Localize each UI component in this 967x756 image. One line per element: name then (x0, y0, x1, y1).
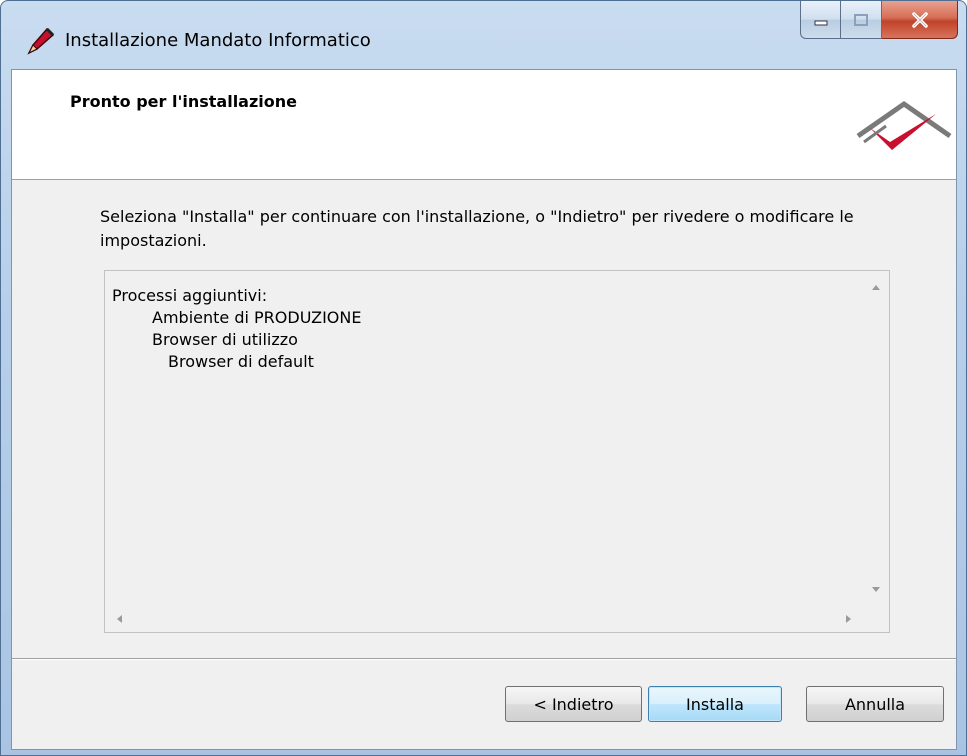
minimize-icon (814, 20, 827, 25)
list-item: Browser di default (168, 352, 314, 371)
scroll-corner (863, 606, 889, 632)
summary-listbox[interactable]: Processi aggiuntivi: Ambiente di PRODUZI… (104, 270, 890, 633)
button-separator (12, 658, 956, 660)
title-bar[interactable]: Installazione Mandato Informatico (1, 1, 967, 69)
scroll-left-icon[interactable] (117, 615, 122, 623)
list-item: Ambiente di PRODUZIONE (152, 308, 362, 327)
scroll-down-icon[interactable] (872, 587, 880, 592)
summary-list: Processi aggiuntivi: Ambiente di PRODUZI… (112, 285, 361, 373)
pen-icon (27, 27, 55, 55)
maximize-button[interactable] (841, 1, 882, 39)
dialog-client-area: Pronto per l'installazione Seleziona "In… (11, 69, 957, 750)
checkmark-logo (856, 100, 952, 150)
vertical-scrollbar[interactable] (863, 271, 889, 606)
caption-buttons (800, 1, 958, 39)
list-item: Processi aggiuntivi: (112, 286, 268, 305)
instruction-text: Seleziona "Installa" per continuare con … (100, 207, 854, 250)
list-item: Browser di utilizzo (152, 330, 298, 349)
back-button[interactable]: < Indietro (505, 686, 642, 722)
close-button[interactable] (882, 1, 958, 39)
installer-window: Installazione Mandato Informatico Pronto… (0, 0, 967, 756)
scroll-right-icon[interactable] (846, 615, 851, 623)
cancel-button[interactable]: Annulla (806, 686, 944, 722)
window-title: Installazione Mandato Informatico (65, 30, 371, 51)
maximize-icon (854, 13, 868, 26)
install-button[interactable]: Installa (648, 686, 782, 722)
minimize-button[interactable] (800, 1, 841, 39)
page-title: Pronto per l'installazione (70, 92, 297, 111)
scroll-up-icon[interactable] (872, 285, 880, 290)
close-icon (911, 11, 928, 28)
horizontal-scrollbar[interactable] (105, 606, 863, 632)
wizard-header: Pronto per l'installazione (12, 70, 956, 180)
